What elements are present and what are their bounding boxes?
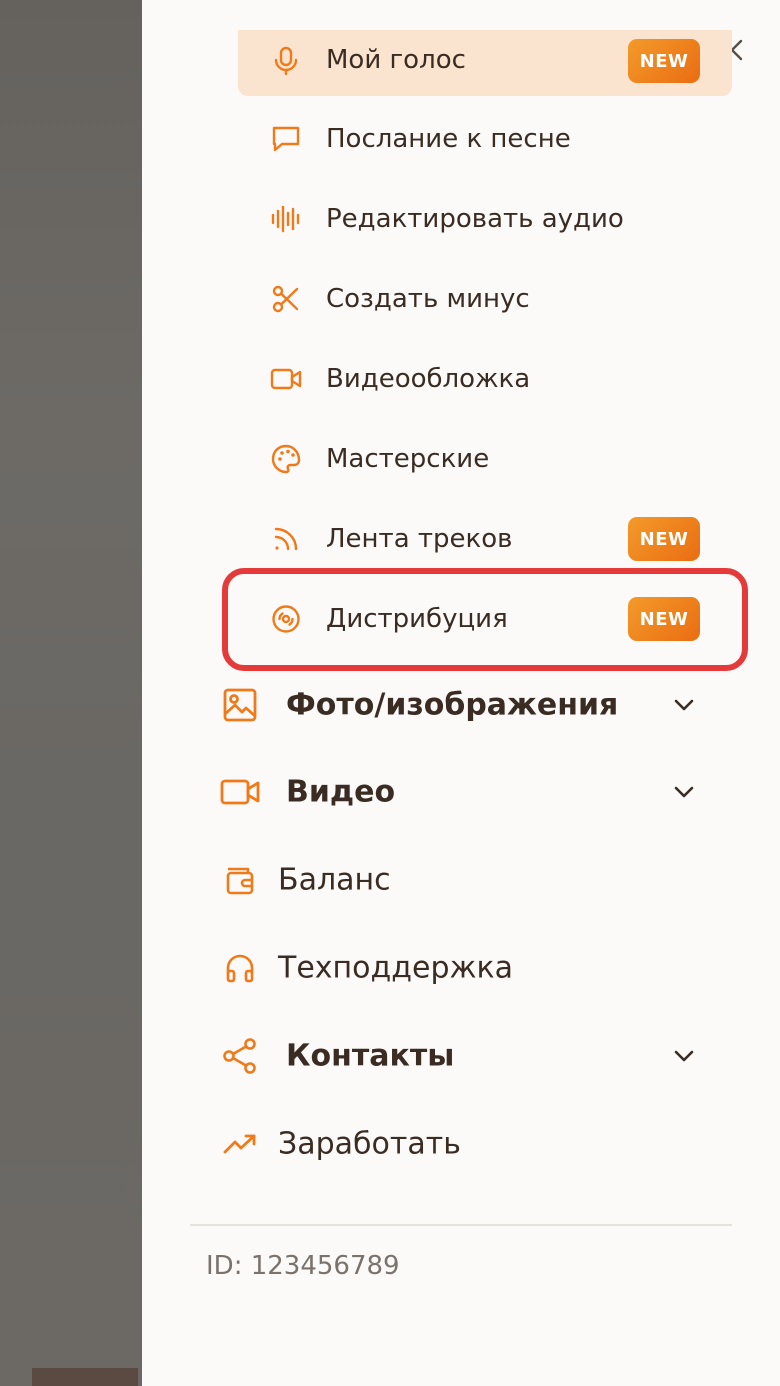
footer-divider [190, 1224, 732, 1226]
image-icon [220, 685, 260, 725]
menu-item-song-message[interactable]: Послание к песне [238, 110, 732, 168]
rss-icon [270, 523, 302, 555]
trending-up-icon [220, 1124, 260, 1164]
menu-item-label: Видео [286, 774, 396, 810]
share-icon [220, 1036, 260, 1076]
menu-item-label: Контакты [286, 1038, 455, 1074]
menu-item-label: Создать минус [326, 284, 530, 314]
menu-item-edit-audio[interactable]: Редактировать аудио [238, 190, 732, 248]
menu-item-label: Баланс [278, 862, 391, 898]
chevron-down-icon[interactable] [668, 689, 700, 721]
menu-item-contacts[interactable]: Контакты [190, 1021, 732, 1091]
palette-icon [270, 443, 302, 475]
menu-item-label: Мой голос [326, 45, 466, 75]
microphone-icon [270, 45, 302, 77]
menu-item-label: Мастерские [326, 444, 490, 474]
page-backdrop[interactable] [0, 0, 142, 1386]
menu-item-label: Послание к песне [326, 124, 571, 154]
menu-item-workshops[interactable]: Мастерские [238, 430, 732, 488]
chevron-down-icon[interactable] [668, 776, 700, 808]
wallet-icon [220, 860, 260, 900]
waveform-icon [270, 203, 302, 235]
menu-item-video-cover[interactable]: Видеообложка [238, 350, 732, 408]
backdrop-element [32, 1368, 138, 1386]
video-icon [220, 772, 260, 812]
menu-item-label: Фото/изображения [286, 687, 619, 723]
new-badge: NEW [628, 39, 700, 83]
message-icon [270, 123, 302, 155]
menu-item-support[interactable]: Техподдержка [190, 933, 732, 1003]
menu-item-earn[interactable]: Заработать [190, 1109, 732, 1179]
user-id: ID: 123456789 [206, 1251, 400, 1281]
menu-item-track-feed[interactable]: Лента треков NEW [238, 510, 732, 568]
menu-item-photos[interactable]: Фото/изображения [190, 670, 732, 740]
headphones-icon [220, 948, 260, 988]
menu-item-label: Лента треков [326, 524, 513, 554]
new-badge: NEW [628, 517, 700, 561]
scissors-icon [270, 283, 302, 315]
highlight-frame [222, 568, 748, 671]
menu-item-label: Техподдержка [278, 950, 514, 986]
menu-item-label: Видеообложка [326, 364, 531, 394]
video-camera-icon [270, 363, 302, 395]
chevron-down-icon[interactable] [668, 1040, 700, 1072]
menu-item-my-voice[interactable]: Мой голос NEW [238, 30, 732, 96]
menu-item-label: Заработать [278, 1126, 461, 1162]
menu-item-balance[interactable]: Баланс [190, 845, 732, 915]
menu-item-video[interactable]: Видео [190, 757, 732, 827]
menu-item-label: Редактировать аудио [326, 204, 624, 234]
menu-item-create-minus[interactable]: Создать минус [238, 270, 732, 328]
